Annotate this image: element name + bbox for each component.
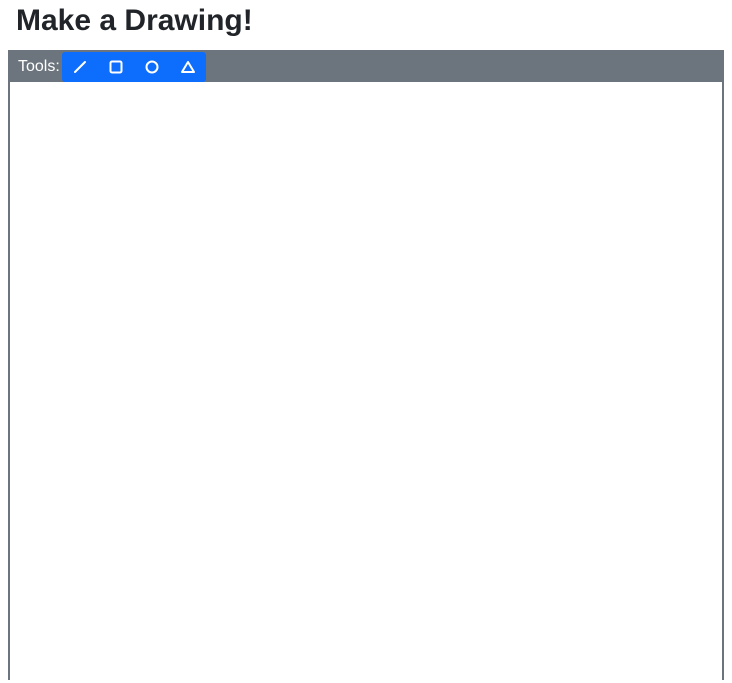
triangle-tool-button[interactable] — [170, 52, 206, 82]
line-icon — [72, 59, 88, 75]
toolbar-label: Tools: — [18, 58, 60, 76]
circle-tool-button[interactable] — [134, 52, 170, 82]
page-title: Make a Drawing! — [0, 0, 732, 50]
tool-button-group — [62, 52, 206, 82]
triangle-icon — [180, 59, 196, 75]
drawing-app-frame: Tools: — [8, 50, 724, 680]
circle-icon — [144, 59, 160, 75]
square-tool-button[interactable] — [98, 52, 134, 82]
drawing-canvas[interactable] — [10, 82, 722, 680]
square-icon — [108, 59, 124, 75]
toolbar: Tools: — [10, 52, 722, 82]
line-tool-button[interactable] — [62, 52, 98, 82]
